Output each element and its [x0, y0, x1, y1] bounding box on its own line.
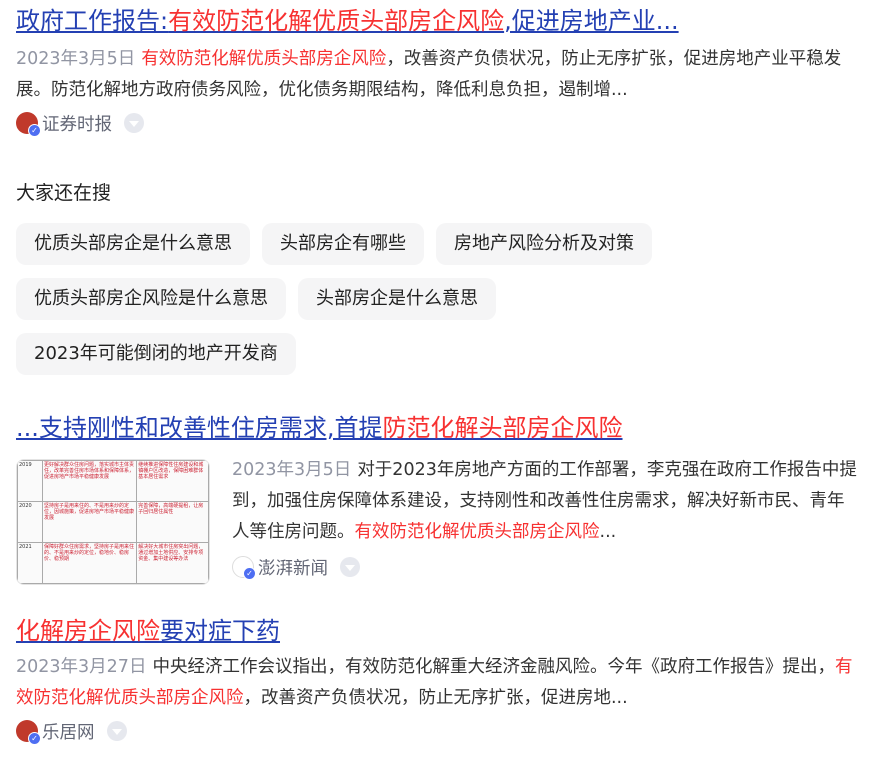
related-searches: 大家还在搜 优质头部房企是什么意思 头部房企有哪些 房地产风险分析及对策 优质头…	[16, 178, 652, 388]
result-title[interactable]: 化解房企风险要对症下药	[16, 614, 857, 648]
source-logo[interactable]: ✓	[232, 556, 256, 580]
title-text: 政府工作报告:	[16, 7, 169, 35]
result-date: 2023年3月5日	[16, 49, 136, 69]
result-snippet: 2023年3月27日 中央经济工作会议指出，有效防范化解重大经济金融风险。今年《政…	[16, 652, 857, 714]
search-result-3: 化解房企风险要对症下药 2023年3月27日 中央经济工作会议指出，有效防范化解重…	[16, 614, 857, 746]
source-name[interactable]: 乐居网	[42, 719, 95, 744]
table-row: 2021 保障好群众住房需求，坚持房子是用来住的、不是用来炒的定位，稳地价、稳房…	[17, 542, 209, 584]
table-cell: 继续推进保障性住房建设和城镇棚户区改造，保障困难群体基本居住需求	[136, 460, 209, 502]
table-cell: 坚持房子是用来住的、不是用来炒的定位，因城施策，促进房地产市场平稳健康发展	[41, 501, 138, 543]
table-cell: 2020	[17, 501, 43, 543]
search-result-1: 政府工作报告:有效防范化解优质头部房企风险,促进房地产业... 2023年3月5…	[16, 4, 857, 138]
chevron-down-icon[interactable]	[106, 721, 127, 741]
result-title-link[interactable]: 政府工作报告:有效防范化解优质头部房企风险,促进房地产业...	[16, 7, 679, 35]
table-cell: 更好解决群众住房问题，落实城市主体责任，改革完善住房市场体系和保障体系，促进房地…	[41, 460, 138, 502]
snippet-highlight: 有效防范化解优质头部房企风险	[141, 49, 387, 69]
related-row: 2023年可能倒闭的地产开发商	[16, 333, 652, 375]
source-logo[interactable]: ✓	[16, 112, 41, 137]
chevron-down-icon[interactable]	[124, 113, 144, 133]
result-2-body: 2023年3月5日 对于2023年房地产方面的工作部署，李克强在政府工作报告中提到…	[232, 455, 857, 582]
related-row: 优质头部房企是什么意思 头部房企有哪些 房地产风险分析及对策	[16, 223, 652, 265]
snippet-text: ...	[599, 522, 617, 542]
title-text: ,促进房地产业...	[504, 7, 679, 35]
result-source: ✓ 证券时报	[16, 108, 857, 138]
related-chip[interactable]: 头部房企有哪些	[262, 223, 424, 265]
related-chip[interactable]: 优质头部房企风险是什么意思	[16, 278, 286, 320]
verified-icon: ✓	[243, 567, 256, 580]
table-cell: 保障好群众住房需求，坚持房子是用来住的、不是用来炒的定位，稳地价、稳房价、稳预期	[41, 542, 138, 584]
table-cell: 完善保障，高端硬提租，让房子回归居住属性	[136, 501, 209, 543]
related-chip[interactable]: 头部房企是什么意思	[298, 278, 496, 320]
result-date: 2023年3月27日	[16, 657, 147, 677]
source-logo[interactable]: ✓	[16, 720, 41, 745]
result-thumbnail[interactable]: 2019 更好解决群众住房问题，落实城市主体责任，改革完善住房市场体系和保障体系…	[16, 459, 210, 585]
result-title[interactable]: 政府工作报告:有效防范化解优质头部房企风险,促进房地产业...	[16, 4, 857, 38]
source-name[interactable]: 证券时报	[42, 111, 112, 136]
title-text: 要对症下药	[160, 617, 280, 645]
result-snippet: 2023年3月5日 对于2023年房地产方面的工作部署，李克强在政府工作报告中提到…	[232, 455, 857, 548]
title-text: ...支持刚性和改善性住房需求,首提	[16, 414, 383, 442]
table-cell: 2019	[17, 460, 43, 502]
result-title-link[interactable]: 化解房企风险要对症下药	[16, 617, 280, 645]
table-cell: 2021	[17, 542, 43, 584]
verified-icon: ✓	[28, 732, 41, 745]
result-snippet: 2023年3月5日 有效防范化解优质头部房企风险，改善资产负债状况，防止无序扩张，…	[16, 44, 857, 106]
snippet-text: ，改善资产负债状况，防止无序扩张，促进房地...	[243, 688, 628, 708]
snippet-highlight: 有效防范化解优质头部房企风险	[354, 522, 600, 542]
table-row: 2019 更好解决群众住房问题，落实城市主体责任，改革完善住房市场体系和保障体系…	[17, 460, 209, 502]
result-source: ✓ 乐居网	[16, 716, 857, 746]
related-chip[interactable]: 2023年可能倒闭的地产开发商	[16, 333, 296, 375]
result-source: ✓ 澎湃新闻	[232, 552, 857, 582]
table-row: 2020 坚持房子是用来住的、不是用来炒的定位，因城施策，促进房地产市场平稳健康…	[17, 501, 209, 543]
title-highlight: 防范化解头部房企风险	[382, 414, 623, 442]
result-date: 2023年3月5日	[232, 460, 352, 480]
verified-icon: ✓	[28, 124, 41, 137]
snippet-text: ，改善资产负债状况，防止无序扩张，促进房地产业平稳发展。防范化解地方政府债务风险…	[16, 49, 842, 100]
search-result-2: ...支持刚性和改善性住房需求,首提防范化解头部房企风险	[16, 411, 857, 445]
result-title-link[interactable]: ...支持刚性和改善性住房需求,首提防范化解头部房企风险	[16, 414, 623, 442]
result-title[interactable]: ...支持刚性和改善性住房需求,首提防范化解头部房企风险	[16, 411, 857, 445]
source-name[interactable]: 澎湃新闻	[258, 555, 328, 580]
related-title: 大家还在搜	[16, 182, 112, 204]
table-cell: 解决好大城市住房突出问题，通过增加土地供应、安排专项资金、集中建设等办法	[136, 542, 209, 584]
related-chip[interactable]: 房地产风险分析及对策	[436, 223, 652, 265]
chevron-down-icon[interactable]	[340, 557, 360, 577]
title-highlight: 化解房企风险	[16, 617, 160, 645]
snippet-text: 中央经济工作会议指出，有效防范化解重大经济金融风险。今年《政府工作报告》提出，	[152, 657, 835, 677]
thumbnail-table: 2019 更好解决群众住房问题，落实城市主体责任，改革完善住房市场体系和保障体系…	[17, 460, 209, 584]
related-chip[interactable]: 优质头部房企是什么意思	[16, 223, 250, 265]
title-highlight: 有效防范化解优质头部房企风险	[168, 7, 505, 35]
related-row: 优质头部房企风险是什么意思 头部房企是什么意思	[16, 278, 652, 320]
